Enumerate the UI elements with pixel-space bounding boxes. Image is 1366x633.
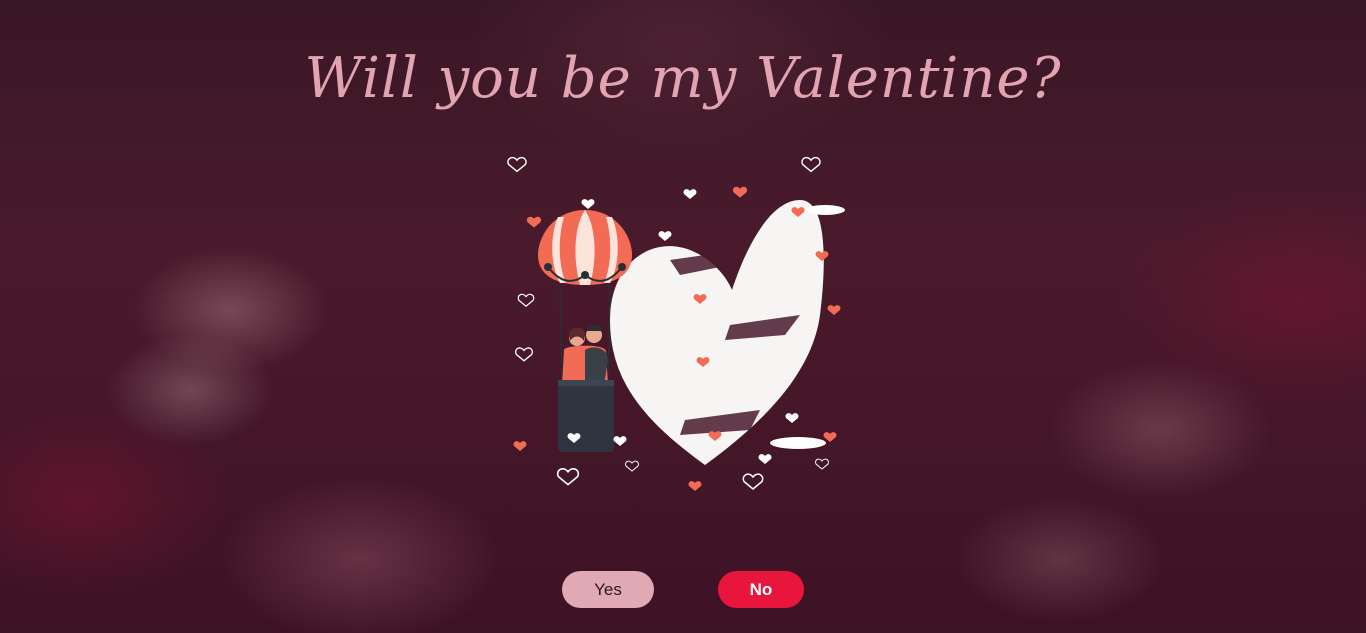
heart-shape: [610, 200, 845, 465]
no-button[interactable]: No: [718, 571, 804, 608]
couple-in-basket: [558, 325, 614, 452]
page-title: Will you be my Valentine?: [304, 46, 1062, 111]
yes-button[interactable]: Yes: [562, 571, 654, 608]
valentine-illustration: [507, 156, 845, 491]
